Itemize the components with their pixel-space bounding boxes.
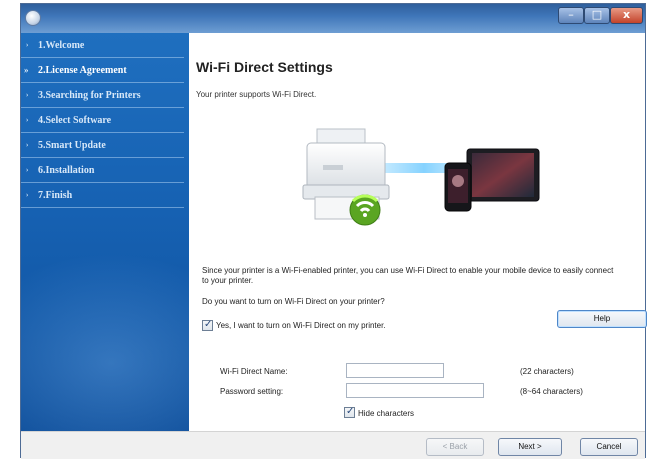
step-smart-update: › 5.Smart Update xyxy=(21,133,184,158)
smartphone-icon xyxy=(444,162,472,212)
password-setting-label: Password setting: xyxy=(220,387,284,396)
wizard-steps-sidebar: › 1.Welcome » 2.License Agreement › 3.Se… xyxy=(21,33,189,431)
back-button[interactable]: < Back xyxy=(426,438,484,456)
step-finish: › 7.Finish xyxy=(21,183,184,208)
step-installation: › 6.Installation xyxy=(21,158,184,183)
step-label: 5.Smart Update xyxy=(38,140,106,151)
app-icon xyxy=(25,10,41,26)
password-input[interactable] xyxy=(346,383,484,398)
maximize-button[interactable]: □ xyxy=(584,7,610,24)
password-hint: (8~64 characters) xyxy=(520,387,583,396)
step-label: 4.Select Software xyxy=(38,115,112,126)
wifi-icon xyxy=(349,194,381,226)
step-arrow-icon: › xyxy=(26,41,29,49)
wifi-direct-name-label: Wi-Fi Direct Name: xyxy=(220,367,288,376)
hide-characters-label[interactable]: Hide characters xyxy=(358,409,414,418)
help-button[interactable]: Help xyxy=(557,310,647,328)
close-button[interactable]: x xyxy=(610,7,643,24)
main-content: Wi-Fi Direct Settings Your printer suppo… xyxy=(189,33,647,431)
minimize-button[interactable]: – xyxy=(558,7,584,24)
cancel-button[interactable]: Cancel xyxy=(580,438,638,456)
sidebar-decoration xyxy=(21,253,189,431)
step-label: 1.Welcome xyxy=(38,40,85,51)
step-arrow-icon: › xyxy=(26,116,29,124)
step-current-arrow-icon: » xyxy=(24,65,29,75)
wizard-footer: < Back Next > Cancel xyxy=(21,431,645,459)
step-arrow-icon: › xyxy=(26,141,29,149)
page-title: Wi-Fi Direct Settings xyxy=(196,59,333,75)
page-subtitle: Your printer supports Wi-Fi Direct. xyxy=(196,90,317,99)
installer-window: – □ x › 1.Welcome » 2.License Agreement … xyxy=(20,3,647,459)
step-welcome: › 1.Welcome xyxy=(21,33,184,58)
step-label: 3.Searching for Printers xyxy=(38,90,141,101)
hide-characters-checkbox[interactable] xyxy=(344,406,355,418)
title-bar[interactable]: – □ x xyxy=(21,4,645,33)
step-label: 2.License Agreement xyxy=(38,65,127,76)
wifi-direct-name-input[interactable] xyxy=(346,363,444,378)
step-arrow-icon: › xyxy=(26,91,29,99)
step-label: 7.Finish xyxy=(38,190,73,201)
step-label: 6.Installation xyxy=(38,165,95,176)
tablet-icon xyxy=(466,148,540,202)
step-searching-printers: › 3.Searching for Printers xyxy=(21,83,184,108)
step-arrow-icon: › xyxy=(26,166,29,174)
description-text: Since your printer is a Wi-Fi-enabled pr… xyxy=(202,266,614,285)
next-button[interactable]: Next > xyxy=(498,438,562,456)
wifi-direct-illustration xyxy=(302,128,540,226)
step-select-software: › 4.Select Software xyxy=(21,108,184,133)
wifi-direct-name-hint: (22 characters) xyxy=(520,367,574,376)
enable-wifi-direct-label[interactable]: Yes, I want to turn on Wi-Fi Direct on m… xyxy=(216,321,386,330)
step-arrow-icon: › xyxy=(26,191,29,199)
question-text: Do you want to turn on Wi-Fi Direct on y… xyxy=(202,297,385,306)
enable-wifi-direct-checkbox[interactable] xyxy=(202,319,213,331)
step-license-agreement: » 2.License Agreement xyxy=(21,58,184,83)
